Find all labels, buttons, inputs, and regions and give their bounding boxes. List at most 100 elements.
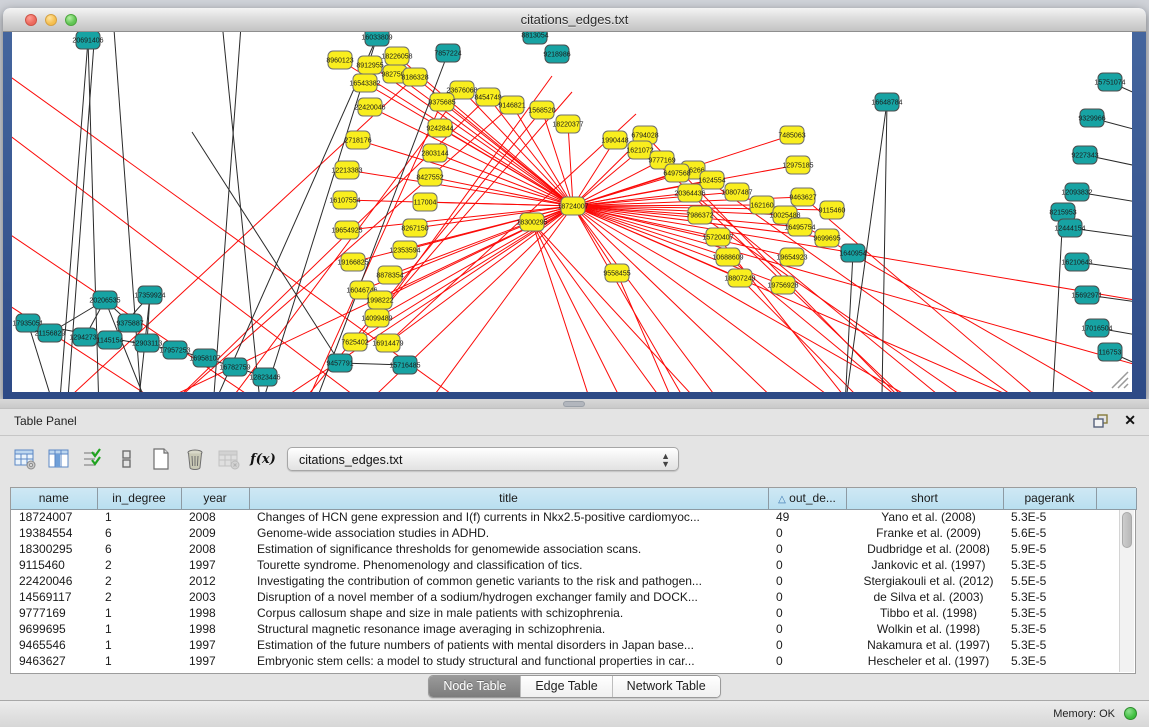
- table-source-dropdown[interactable]: citations_edges.txt ▲▼: [287, 447, 679, 471]
- table-scrollbar[interactable]: [1119, 510, 1134, 672]
- graph-node[interactable]: 6497568: [663, 164, 690, 182]
- graph-node[interactable]: 7857224: [434, 44, 461, 62]
- graph-node[interactable]: 18724007: [557, 197, 588, 215]
- graph-node[interactable]: 1640954: [839, 244, 866, 262]
- graph-node[interactable]: 16543382: [349, 74, 380, 92]
- graph-node[interactable]: 17957253: [159, 341, 190, 359]
- graph-node[interactable]: 20691406: [72, 32, 103, 49]
- graph-node[interactable]: 9227343: [1071, 146, 1098, 164]
- float-panel-icon[interactable]: [1093, 414, 1109, 429]
- column-header-year[interactable]: year: [181, 488, 249, 509]
- graph-node[interactable]: 20206535: [89, 291, 120, 309]
- node-table[interactable]: namein_degreeyeartitle△ out_de...shortpa…: [10, 487, 1136, 674]
- graph-node[interactable]: 12903113: [132, 334, 163, 352]
- graph-node[interactable]: 7485063: [778, 126, 805, 144]
- delete-column-icon[interactable]: [184, 448, 206, 470]
- graph-node[interactable]: 12823446: [249, 368, 280, 386]
- graph-node[interactable]: 17359924: [134, 286, 165, 304]
- table-row[interactable]: 977716911998Corpus callosum shape and si…: [11, 605, 1136, 621]
- graph-node[interactable]: 9218986: [543, 45, 570, 63]
- new-column-icon[interactable]: [150, 448, 172, 470]
- column-header-name[interactable]: name: [11, 488, 97, 509]
- graph-node[interactable]: 17016504: [1081, 319, 1112, 337]
- graph-node[interactable]: 1998222: [366, 291, 393, 309]
- graph-node[interactable]: 16495754: [784, 218, 815, 236]
- graph-node[interactable]: 1568520: [528, 101, 555, 119]
- table-row[interactable]: 1830029562008Estimation of significance …: [11, 541, 1136, 557]
- graph-node[interactable]: 22420046: [354, 98, 385, 116]
- graph-node[interactable]: 16914479: [372, 334, 403, 352]
- table-mode-icon[interactable]: [14, 448, 36, 470]
- table-row[interactable]: 1872400712008Changes of HCN gene express…: [11, 509, 1136, 525]
- network-graph[interactable]: 1872400718300295271817612213383161075541…: [12, 32, 1132, 392]
- graph-node[interactable]: 2803144: [421, 144, 448, 162]
- graph-node[interactable]: 16107554: [329, 191, 360, 209]
- column-header-title[interactable]: title: [249, 488, 768, 509]
- column-header-outde[interactable]: △ out_de...: [768, 488, 846, 509]
- panel-splitter[interactable]: [0, 399, 1149, 409]
- graph-node[interactable]: 7986372: [686, 206, 713, 224]
- graph-node[interactable]: 16033809: [361, 32, 392, 46]
- graph-node[interactable]: 9558455: [603, 264, 630, 282]
- graph-node[interactable]: 8215953: [1049, 203, 1076, 221]
- graph-node[interactable]: 16210643: [1061, 253, 1092, 271]
- graph-node[interactable]: 12213383: [331, 161, 362, 179]
- graph-node[interactable]: 8186328: [401, 68, 428, 86]
- graph-node[interactable]: 8912955: [356, 56, 383, 74]
- resize-grip-icon[interactable]: [1112, 372, 1128, 388]
- select-all-icon[interactable]: [82, 448, 104, 470]
- graph-node[interactable]: 15751074: [1094, 73, 1125, 91]
- table-row[interactable]: 2242004622012Investigating the contribut…: [11, 573, 1136, 589]
- graph-node[interactable]: 162160: [750, 196, 774, 214]
- delete-table-icon[interactable]: [218, 448, 240, 470]
- graph-node[interactable]: 19756928: [767, 276, 798, 294]
- graph-node[interactable]: 12975185: [782, 156, 813, 174]
- graph-node[interactable]: 9115460: [819, 201, 846, 219]
- network-canvas-area[interactable]: 1872400718300295271817612213383161075541…: [12, 32, 1132, 392]
- graph-node[interactable]: 19166825: [337, 253, 368, 271]
- graph-node[interactable]: 9375685: [428, 93, 455, 111]
- graph-node[interactable]: 9329966: [1078, 109, 1105, 127]
- graph-node[interactable]: 12444154: [1054, 219, 1085, 237]
- network-view-window[interactable]: citations_edges.txt 18724007183002952718…: [3, 8, 1146, 399]
- close-panel-icon[interactable]: ✕: [1124, 412, 1136, 429]
- function-builder-icon[interactable]: f(x): [252, 448, 274, 470]
- graph-node[interactable]: 16648784: [871, 93, 902, 111]
- row-height-icon[interactable]: [116, 448, 138, 470]
- graph-node[interactable]: 18807249: [724, 269, 755, 287]
- graph-node[interactable]: 9242844: [426, 119, 453, 137]
- table-row[interactable]: 969969511998Structural magnetic resonanc…: [11, 621, 1136, 637]
- network-window-titlebar[interactable]: citations_edges.txt: [3, 8, 1146, 32]
- graph-node[interactable]: 21156829: [35, 324, 66, 342]
- graph-node[interactable]: 19654925: [331, 221, 362, 239]
- tab-node-table[interactable]: Node Table: [429, 676, 521, 697]
- graph-node[interactable]: 9463627: [789, 188, 816, 206]
- tab-network-table[interactable]: Network Table: [613, 676, 720, 697]
- graph-node[interactable]: 8267150: [401, 219, 428, 237]
- graph-node[interactable]: 1145154: [97, 331, 124, 349]
- graph-node[interactable]: 18300295: [516, 213, 547, 231]
- graph-node[interactable]: 9457791: [326, 354, 353, 372]
- column-header-indegree[interactable]: in_degree: [97, 488, 181, 509]
- graph-node[interactable]: 16782759: [219, 358, 250, 376]
- graph-node[interactable]: 19654923: [776, 248, 807, 266]
- table-row[interactable]: 911546021997Tourette syndrome. Phenomeno…: [11, 557, 1136, 573]
- graph-node[interactable]: 12353594: [389, 241, 420, 259]
- graph-node[interactable]: 12093832: [1061, 183, 1092, 201]
- graph-node[interactable]: 14099489: [361, 309, 392, 327]
- graph-node[interactable]: 8813054: [521, 32, 548, 44]
- graph-node[interactable]: 15716485: [389, 356, 420, 374]
- table-row[interactable]: 1938455462009Genome-wide association stu…: [11, 525, 1136, 541]
- graph-node[interactable]: 10807487: [721, 183, 752, 201]
- graph-node[interactable]: 15692971: [1071, 286, 1102, 304]
- graph-node[interactable]: 8960123: [326, 51, 353, 69]
- graph-node[interactable]: 117004: [413, 193, 437, 211]
- graph-node[interactable]: 8427552: [416, 168, 443, 186]
- graph-node[interactable]: 9375887: [116, 314, 143, 332]
- splitter-grip[interactable]: [563, 401, 585, 407]
- graph-node[interactable]: 1990448: [601, 131, 628, 149]
- scrollbar-thumb[interactable]: [1122, 512, 1132, 548]
- graph-node[interactable]: 18226058: [381, 47, 412, 65]
- graph-node[interactable]: 9146821: [498, 96, 525, 114]
- graph-node[interactable]: 1624554: [698, 171, 725, 189]
